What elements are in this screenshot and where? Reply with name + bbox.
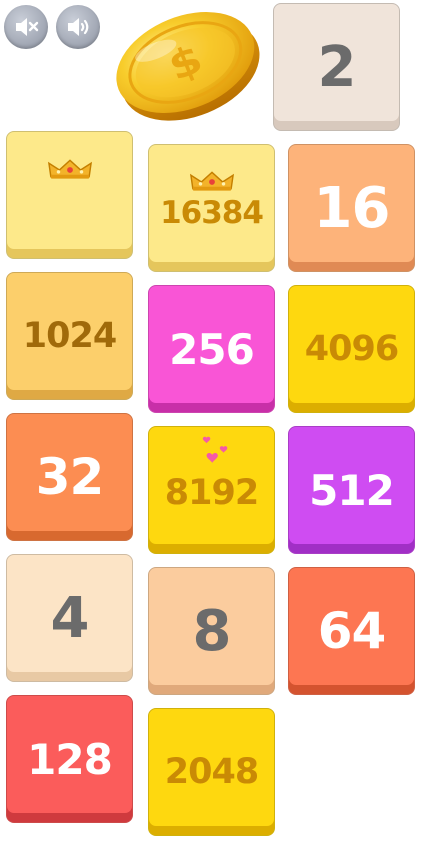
board-tile[interactable]: 4 xyxy=(6,554,133,682)
board-tile[interactable]: 256 xyxy=(148,285,275,413)
tile-value: 512 xyxy=(309,465,395,515)
board-tile[interactable]: 32 xyxy=(6,413,133,541)
tile-value: 16 xyxy=(313,175,391,241)
tile-value: 16384 xyxy=(160,195,264,231)
board-tile[interactable]: 512 xyxy=(288,426,415,554)
speaker-mute-icon xyxy=(16,18,39,36)
tile-value: 4096 xyxy=(304,329,399,369)
hearts-icon xyxy=(202,436,228,464)
board-tile[interactable]: 8192 xyxy=(148,426,275,554)
gold-coin-icon[interactable]: $ xyxy=(108,0,266,128)
tile-value: 64 xyxy=(317,602,387,660)
board-tile[interactable]: 64 xyxy=(288,567,415,695)
tile-value: 256 xyxy=(169,324,255,374)
board-tile[interactable]: 4096 xyxy=(288,285,415,413)
board-tile[interactable]: 16 xyxy=(288,144,415,272)
tile-value: 128 xyxy=(27,734,113,784)
volume-button[interactable] xyxy=(56,5,100,49)
board-tile[interactable]: 8 xyxy=(148,567,275,695)
tile-value: 8192 xyxy=(164,473,259,513)
tile-value: 8 xyxy=(192,598,232,664)
next-tile: 2 xyxy=(273,3,400,131)
mute-button[interactable] xyxy=(4,5,48,49)
tile-value: 1024 xyxy=(22,316,117,356)
board-tile[interactable]: 2048 xyxy=(148,708,275,836)
tile-value: 4 xyxy=(50,585,90,651)
speaker-volume-icon xyxy=(68,18,89,36)
board-tile[interactable]: 1024 xyxy=(6,272,133,400)
crown-icon xyxy=(47,159,93,179)
next-tile-value: 2 xyxy=(317,34,357,100)
crown-icon xyxy=(189,171,235,191)
board-tile[interactable]: 16384 xyxy=(148,144,275,272)
board-tile[interactable] xyxy=(6,131,133,259)
board-tile[interactable]: 128 xyxy=(6,695,133,823)
tile-value: 32 xyxy=(35,448,105,506)
tile-value: 2048 xyxy=(164,752,259,792)
